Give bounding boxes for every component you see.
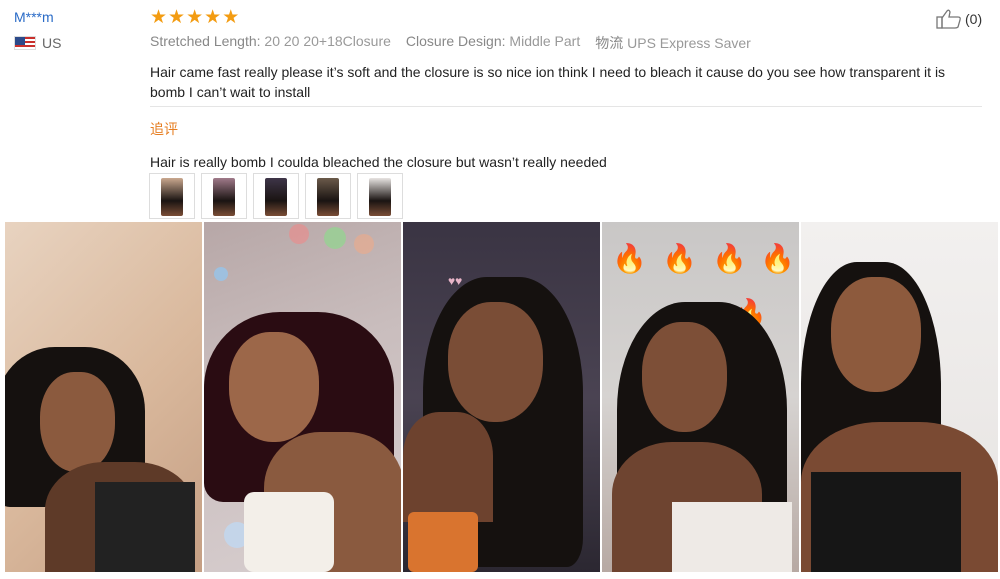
us-flag-icon [14, 36, 36, 50]
logistics: 物流 UPS Express Saver [595, 33, 751, 53]
order-attributes: Stretched Length: 20 20 20+18Closure Clo… [150, 33, 982, 53]
review-photo-3[interactable]: ♥♥ ♥♥ ♥♥ ♥♥ [403, 222, 600, 572]
reviewer-name[interactable]: M***m [14, 9, 134, 25]
thumbs-up-icon [936, 9, 961, 29]
thumbnail-image [161, 178, 183, 216]
review-text: Hair came fast really please it’s soft a… [150, 64, 946, 100]
like-button[interactable]: (0) [936, 9, 982, 29]
country-code: US [42, 35, 62, 51]
star-icon: ★ [186, 7, 204, 28]
photo-gallery: ♥♥ ♥♥ ♥♥ ♥♥ 🔥 🔥 🔥 🔥 🔥 🔥 [5, 222, 1000, 572]
review-thumbnail-5[interactable] [357, 173, 403, 219]
divider [150, 106, 982, 107]
thumbnail-strip [149, 173, 403, 219]
star-icon: ★ [150, 7, 168, 28]
closure-design-label: Closure Design: [405, 33, 506, 49]
review-thumbnail-3[interactable] [253, 173, 299, 219]
stretched-length-value: 20 20 20+18Closure [264, 33, 391, 49]
like-count: (0) [965, 11, 983, 27]
star-rating: ★ ★ ★ ★ ★ [150, 8, 982, 27]
thumbnail-image [369, 178, 391, 216]
star-icon: ★ [204, 7, 222, 28]
review-thumbnail-1[interactable] [149, 173, 195, 219]
logistics-value: UPS Express Saver [627, 35, 751, 51]
review-photo-4[interactable]: 🔥 🔥 🔥 🔥 🔥 🔥 [602, 222, 799, 572]
stretched-length: Stretched Length: 20 20 20+18Closure [150, 33, 391, 53]
review-photo-2[interactable] [204, 222, 401, 572]
followup-text: Hair is really bomb I coulda bleached th… [150, 154, 607, 170]
review-body: ★ ★ ★ ★ ★ Stretched Length: 20 20 20+18C… [150, 8, 982, 170]
logistics-label: 物流 [595, 35, 624, 51]
closure-design-value: Middle Part [509, 33, 581, 49]
closure-design: Closure Design: Middle Part [406, 33, 580, 53]
review-photo-1[interactable] [5, 222, 202, 572]
review-thumbnail-4[interactable] [305, 173, 351, 219]
stretched-length-label: Stretched Length: [150, 33, 261, 49]
star-icon: ★ [222, 7, 240, 28]
thumbnail-image [317, 178, 339, 216]
reviewer-info: M***m US [14, 9, 134, 51]
review-thumbnail-2[interactable] [201, 173, 247, 219]
reviewer-country: US [14, 35, 134, 51]
review-photo-5[interactable] [801, 222, 998, 572]
followup-label: 追评 [150, 121, 178, 137]
star-icon: ★ [168, 7, 186, 28]
thumbnail-image [213, 178, 235, 216]
thumbnail-image [265, 178, 287, 216]
